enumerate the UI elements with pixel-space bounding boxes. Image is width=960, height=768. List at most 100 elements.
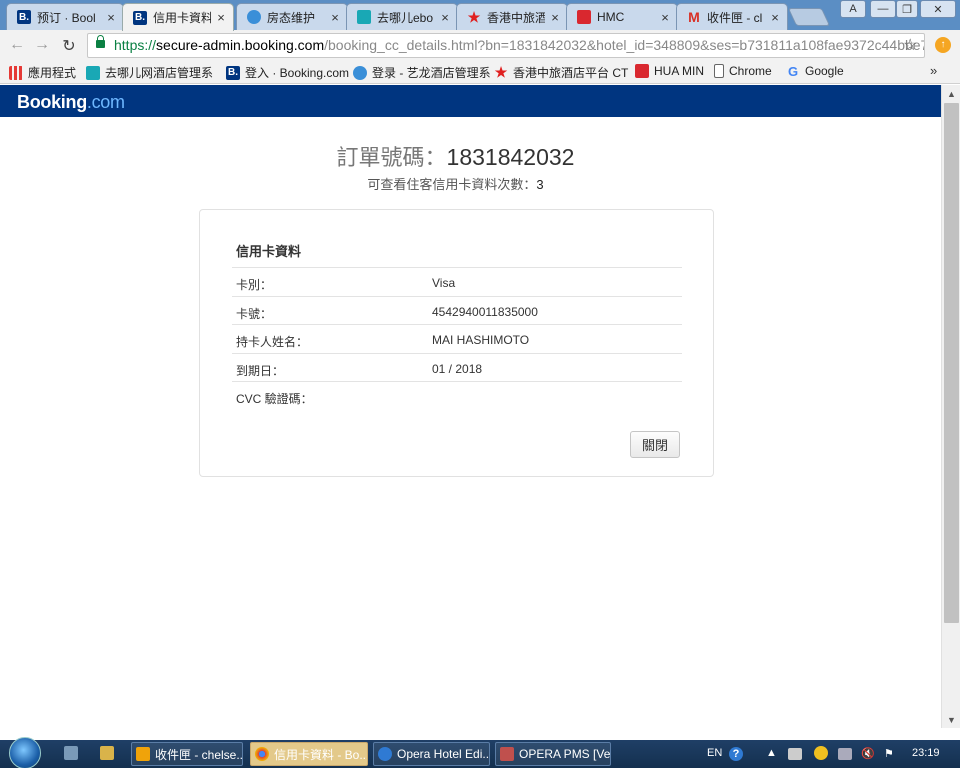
star-icon: ★ <box>494 64 508 80</box>
media-player-icon[interactable] <box>64 746 78 760</box>
address-bar[interactable]: https://secure-admin.booking.com/booking… <box>87 33 925 58</box>
tab-credit-card-details[interactable]: B. 信用卡資料 × <box>122 3 234 31</box>
browser-tab-strip: B. 预订 · Bool × B. 信用卡資料 × 房态维护 × 去哪儿ebo … <box>0 0 960 31</box>
bookmark-star-icon[interactable]: ☆ <box>903 35 917 55</box>
action-center-flag-icon[interactable]: ⚑ <box>884 747 894 760</box>
close-tab-icon[interactable]: × <box>549 10 561 25</box>
qq-icon[interactable] <box>814 746 828 760</box>
close-window-button[interactable]: ✕ <box>920 0 956 18</box>
bookmark-apps[interactable]: 應用程式 <box>9 64 76 81</box>
view-count-label: 可查看住客信用卡資料次數： <box>367 177 537 192</box>
extension-icon[interactable]: ↑ <box>935 37 951 53</box>
google-g-icon: G <box>787 63 799 79</box>
booking-header: Booking.com <box>0 85 941 117</box>
taskbar-item-label: OPERA PMS [Ve... <box>519 747 611 761</box>
globe-icon <box>353 65 367 80</box>
bookmark-google[interactable]: G Google <box>786 63 844 79</box>
card-number-label: 卡號： <box>236 307 273 321</box>
tab-title: 预订 · Bool <box>37 10 96 25</box>
tab-hk-cts[interactable]: ★ 香港中旅酒 × <box>456 3 568 30</box>
taskbar-item-opera-pms[interactable]: OPERA PMS [Ve... <box>495 742 611 766</box>
cardholder-name-row: 持卡人姓名： MAI HASHIMOTO <box>232 324 682 353</box>
network-icon[interactable] <box>838 748 852 760</box>
booking-logo[interactable]: Booking.com <box>17 92 125 113</box>
clock[interactable]: 23:19 <box>912 747 940 759</box>
profile-button[interactable]: A <box>840 0 866 18</box>
volume-muted-icon[interactable]: 🔇 <box>861 747 875 760</box>
scrollbar-thumb[interactable] <box>944 103 959 623</box>
show-hidden-icons-chevron-icon[interactable]: ▲ <box>766 747 777 759</box>
back-arrow-icon[interactable]: ← <box>8 36 26 54</box>
view-count-value: 3 <box>536 177 544 192</box>
forward-arrow-icon[interactable]: → <box>33 36 51 54</box>
language-indicator[interactable]: EN <box>707 747 722 759</box>
bookmark-elong[interactable]: 登录 - 艺龙酒店管理系 <box>353 64 491 81</box>
card-number-row: 卡號： 4542940011835000 <box>232 296 682 325</box>
printer-icon[interactable] <box>788 748 802 760</box>
help-icon[interactable]: ? <box>729 747 743 761</box>
card-type-row: 卡別： Visa <box>232 267 682 296</box>
tab-title: HMC <box>597 10 625 24</box>
close-tab-icon[interactable]: × <box>105 10 117 25</box>
card-number-value: 4542940011835000 <box>432 305 538 319</box>
ie-icon <box>378 747 392 761</box>
card-type-label: 卡別： <box>236 278 273 292</box>
bookmark-label: 登录 - 艺龙酒店管理系 <box>372 66 491 80</box>
booking-b-icon: B. <box>133 10 147 25</box>
bookmark-qunar[interactable]: 去哪儿网酒店管理系 <box>86 64 213 81</box>
gmail-icon: M <box>688 9 700 25</box>
booking-b-icon: B. <box>226 65 240 80</box>
cardholder-name-label: 持卡人姓名： <box>236 335 309 349</box>
vertical-scrollbar[interactable]: ▲ ▼ <box>941 85 960 728</box>
bookmark-hua-min[interactable]: HUA MIN <box>635 64 704 78</box>
bookmark-chrome[interactable]: Chrome <box>714 64 772 78</box>
scroll-up-arrow-icon[interactable]: ▲ <box>947 89 956 99</box>
hmc-icon <box>635 64 649 78</box>
qunar-icon <box>357 10 371 24</box>
scroll-down-arrow-icon[interactable]: ▼ <box>947 715 956 725</box>
tab-title: 收件匣 - cl <box>707 10 763 25</box>
logo-main: Booking <box>17 92 87 112</box>
cvc-label: CVC 驗證碼： <box>236 392 313 406</box>
file-explorer-icon[interactable] <box>100 746 114 760</box>
bookmark-label: 香港中旅酒店平台 CT <box>513 66 629 80</box>
taskbar-item-label: Opera Hotel Edi... <box>397 747 490 761</box>
maximize-button[interactable]: ❐ <box>896 0 918 18</box>
view-count-text: 可查看住客信用卡資料次數：3 <box>0 174 911 193</box>
taskbar-item-chrome[interactable]: 信用卡資料 - Bo... <box>250 742 368 766</box>
tab-title: 香港中旅酒 <box>487 10 545 25</box>
new-tab-button[interactable] <box>787 8 831 26</box>
bookmark-label: HUA MIN <box>654 64 705 78</box>
opera-pms-icon <box>500 747 514 761</box>
close-button[interactable]: 關閉 <box>630 431 680 458</box>
reload-icon[interactable]: ↻ <box>60 36 78 56</box>
url-scheme: https:// <box>114 37 157 53</box>
close-tab-icon[interactable]: × <box>439 10 451 25</box>
tab-booking-reservations[interactable]: B. 预订 · Bool × <box>6 3 124 30</box>
bookmark-label: Google <box>805 64 844 78</box>
more-bookmarks-chevron-icon[interactable]: » <box>930 63 937 78</box>
start-button-icon[interactable] <box>9 737 41 768</box>
close-tab-icon[interactable]: × <box>215 10 227 25</box>
close-tab-icon[interactable]: × <box>769 10 781 25</box>
taskbar-item-label: 信用卡資料 - Bo... <box>274 747 368 762</box>
tab-qunar[interactable]: 去哪儿ebo × <box>346 3 458 30</box>
tab-title: 去哪儿ebo <box>377 10 434 25</box>
tab-gmail-inbox[interactable]: M 收件匣 - cl × <box>676 3 788 30</box>
bookmark-booking-login[interactable]: B. 登入 · Booking.com <box>226 64 349 81</box>
bookmark-hk-cts[interactable]: ★ 香港中旅酒店平台 CT <box>494 64 629 81</box>
close-tab-icon[interactable]: × <box>329 10 341 25</box>
close-tab-icon[interactable]: × <box>659 10 671 25</box>
tab-hmc[interactable]: HMC × <box>566 3 678 30</box>
qunar-icon <box>86 65 100 80</box>
globe-icon <box>247 10 261 24</box>
hmc-icon <box>577 10 591 24</box>
taskbar-item-outlook[interactable]: 收件匣 - chelse... <box>131 742 243 766</box>
browser-toolbar: ← → ↻ https://secure-admin.booking.com/b… <box>0 30 960 60</box>
expiry-date-value: 01 / 2018 <box>432 362 483 376</box>
tab-title: 信用卡資料 <box>153 11 211 25</box>
taskbar-item-ie[interactable]: Opera Hotel Edi... <box>373 742 490 766</box>
tab-room-status[interactable]: 房态维护 × <box>236 3 348 30</box>
url-path: /booking_cc_details.html?bn=1831842032&h… <box>324 37 925 53</box>
minimize-button[interactable]: — <box>870 0 896 18</box>
